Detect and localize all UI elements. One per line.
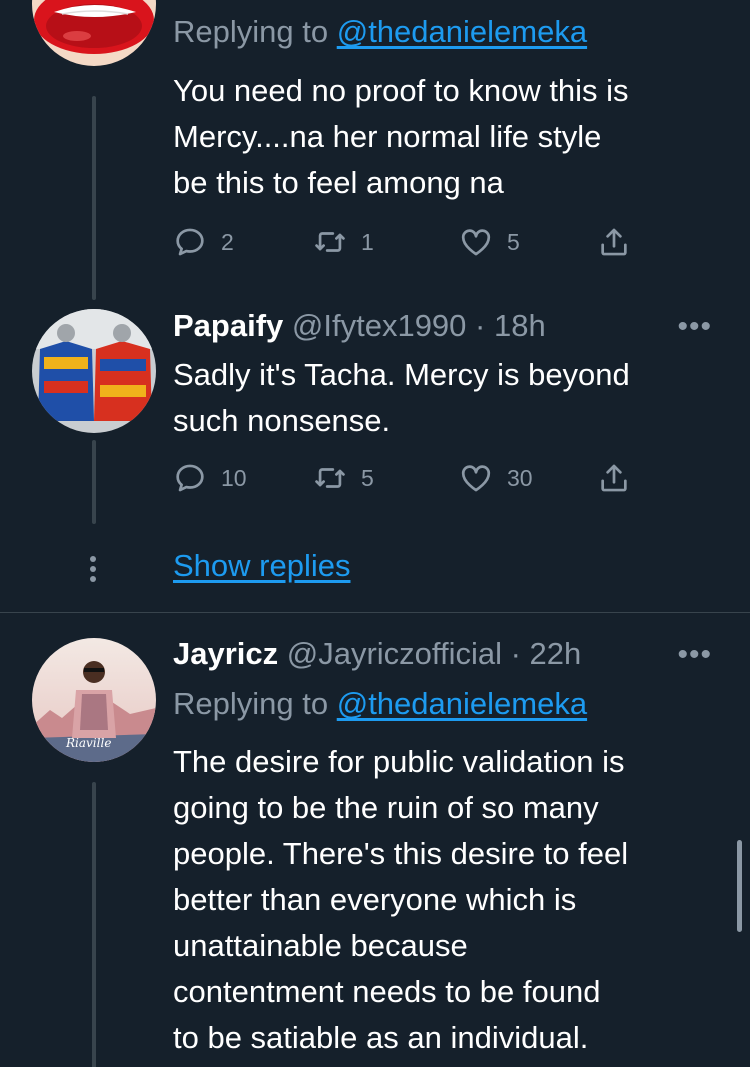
reply-count: 2	[221, 228, 234, 255]
retweet-count: 5	[361, 464, 374, 491]
tweet-text-line: be this to feel among na	[173, 165, 504, 200]
tweet-actions: 10 5 30	[173, 458, 693, 498]
avatar[interactable]	[32, 0, 156, 66]
mention-link[interactable]: @thedanielemeka	[337, 14, 587, 49]
avatar[interactable]: Riaville	[32, 638, 156, 762]
tweet-text-line: Mercy....na her normal life style	[173, 119, 602, 154]
timestamp[interactable]: · 18h	[475, 308, 546, 343]
avatar-caption: Riaville	[66, 736, 112, 750]
more-options-icon[interactable]: •••	[677, 310, 712, 344]
tweet-text-line: better than everyone which is	[173, 882, 577, 917]
reply-count: 10	[221, 464, 247, 491]
user-handle[interactable]: @Ifytex1990	[292, 308, 467, 343]
reply-button[interactable]: 2	[173, 222, 234, 262]
replying-to-label: Replying to	[173, 686, 337, 721]
user-handle[interactable]: @Jayriczofficial	[287, 636, 502, 671]
share-icon	[601, 228, 627, 256]
thread-connector	[92, 440, 96, 524]
retweet-icon	[315, 232, 345, 252]
display-name[interactable]: Jayricz	[173, 636, 278, 671]
tweet-text-line: Sadly it's Tacha. Mercy is beyond	[173, 357, 630, 392]
retweet-button[interactable]: 5	[313, 458, 374, 498]
replying-to: Replying to @thedanielemeka	[173, 686, 587, 722]
retweet-count: 1	[361, 228, 374, 255]
tweet-text-line: The desire for public validation is	[173, 744, 625, 779]
show-replies-link[interactable]: Show replies	[173, 548, 350, 584]
thread-connector	[92, 96, 96, 300]
reply-icon	[176, 464, 204, 492]
tweet-text: The desire for public validation is goin…	[173, 739, 733, 1061]
shirts-avatar-image	[32, 309, 156, 433]
heart-icon	[461, 229, 491, 256]
more-replies-dots-icon	[90, 556, 98, 586]
tweet-text: Sadly it's Tacha. Mercy is beyond such n…	[173, 352, 733, 444]
lips-avatar-image	[32, 0, 156, 66]
tweet-header: Papaify @Ifytex1990 · 18h	[173, 308, 546, 344]
thread-connector	[92, 782, 96, 1067]
tweet-text-line: to be satiable as an individual.	[173, 1020, 589, 1055]
retweet-button[interactable]: 1	[313, 222, 374, 262]
mention-link[interactable]: @thedanielemeka	[337, 686, 587, 721]
replying-to: Replying to @thedanielemeka	[173, 14, 587, 50]
tweet-header: Jayricz @Jayriczofficial · 22h	[173, 636, 581, 672]
share-button[interactable]	[597, 458, 631, 498]
reply-icon	[176, 228, 204, 256]
replying-to-label: Replying to	[173, 14, 337, 49]
tweet-text-line: You need no proof to know this is	[173, 73, 629, 108]
tweet-text: You need no proof to know this is Mercy.…	[173, 68, 733, 206]
divider	[0, 612, 750, 613]
timeline: Replying to @thedanielemeka You need no …	[0, 0, 750, 1067]
timestamp[interactable]: · 22h	[511, 636, 582, 671]
tweet-text-line: such nonsense.	[173, 403, 391, 438]
tweet-text-line: people. There's this desire to feel	[173, 836, 629, 871]
retweet-icon	[315, 468, 345, 488]
like-button[interactable]: 30	[459, 458, 533, 498]
like-count: 5	[507, 228, 520, 255]
avatar[interactable]	[32, 309, 156, 433]
like-button[interactable]: 5	[459, 222, 520, 262]
scrollbar[interactable]	[737, 840, 742, 932]
share-icon	[601, 464, 627, 492]
reply-button[interactable]: 10	[173, 458, 247, 498]
like-count: 30	[507, 464, 533, 491]
heart-icon	[461, 465, 491, 492]
tweet-text-line: going to be the ruin of so many	[173, 790, 599, 825]
more-options-icon[interactable]: •••	[677, 638, 712, 672]
tweet-actions: 2 1 5	[173, 222, 693, 262]
display-name[interactable]: Papaify	[173, 308, 283, 343]
tweet-text-line: unattainable because	[173, 928, 468, 963]
tweet-text-line: contentment needs to be found	[173, 974, 601, 1009]
share-button[interactable]	[597, 222, 631, 262]
